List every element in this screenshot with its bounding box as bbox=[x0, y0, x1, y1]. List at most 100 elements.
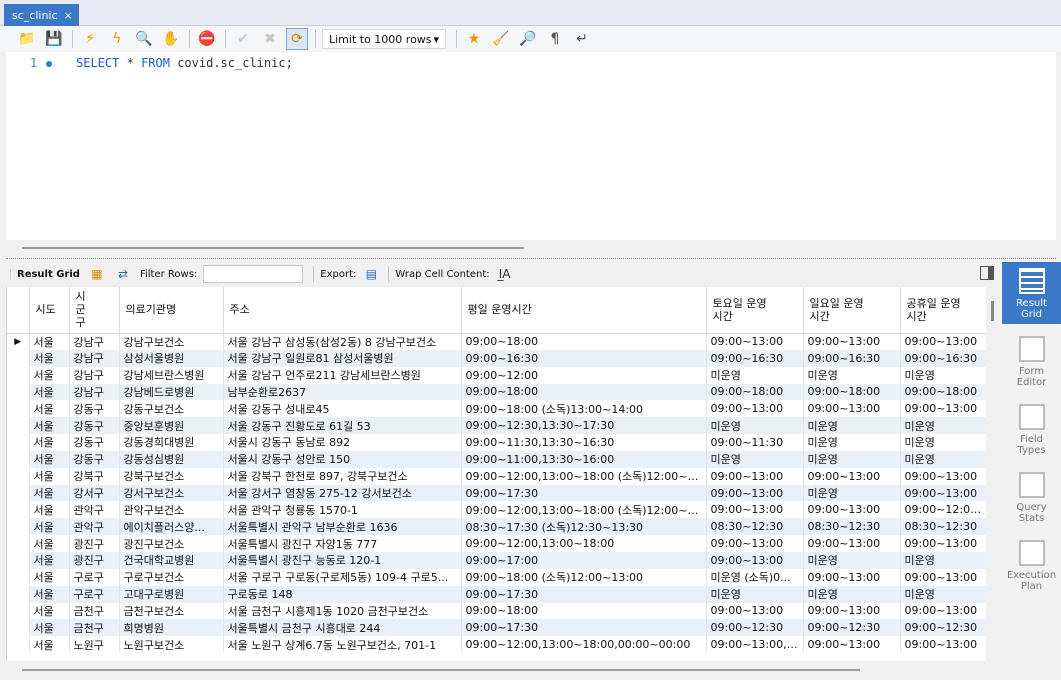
table-cell[interactable]: 서울 bbox=[29, 602, 70, 620]
table-cell[interactable]: 09:00~13:00 bbox=[900, 333, 986, 350]
table-row[interactable]: 서울 강북구 강북구보건소 서울 강북구 한천로 897, 강북구보건소 09:00~1… bbox=[7, 467, 986, 485]
table-cell[interactable]: 금천구 bbox=[69, 602, 120, 620]
table-cell[interactable]: 미운영 bbox=[900, 417, 986, 435]
table-cell[interactable]: 강서구 bbox=[69, 484, 120, 502]
table-cell[interactable]: 강동성심병원 bbox=[119, 450, 224, 468]
table-cell[interactable]: 미운영 bbox=[900, 551, 986, 569]
table-cell[interactable]: 09:00~13:00 bbox=[706, 501, 804, 519]
table-cell[interactable]: 미운영 bbox=[900, 366, 986, 384]
table-cell[interactable]: 노원구 bbox=[69, 636, 120, 654]
table-cell[interactable]: 강남세브란스병원 bbox=[119, 366, 224, 384]
table-cell[interactable]: 서울 bbox=[29, 535, 70, 552]
table-cell[interactable]: 09:00~13:00 bbox=[803, 568, 901, 586]
table-cell[interactable]: 09:00~16:30 bbox=[461, 349, 707, 367]
table-cell[interactable]: 09:00~13:00 bbox=[900, 400, 986, 418]
commit-icon[interactable]: ✔ bbox=[232, 28, 254, 50]
table-cell[interactable]: 09:00~16:30 bbox=[803, 349, 901, 367]
result-grid[interactable]: 시도 시 군 구 의료기관명 주소 평일 운영시간 토요일 운영 시간 일요일 운영 시간 공… bbox=[6, 287, 986, 661]
refresh-icon[interactable]: ⇄ bbox=[114, 265, 132, 283]
row-indicator[interactable] bbox=[7, 585, 30, 603]
row-indicator[interactable] bbox=[7, 551, 30, 569]
table-cell[interactable]: 미운영 bbox=[900, 585, 986, 603]
table-cell[interactable]: 09:00~13:00 bbox=[803, 602, 901, 620]
table-cell[interactable]: 구로구 bbox=[69, 585, 120, 603]
table-cell[interactable]: 건국대학교병원 bbox=[119, 551, 224, 569]
table-row[interactable]: 서울 강서구 강서구보건소 서울 강서구 염창동 275-12 강서보건소 09:00~… bbox=[7, 484, 986, 502]
column-header[interactable]: 주소 bbox=[223, 287, 462, 334]
table-cell[interactable]: 미운영 bbox=[706, 417, 804, 435]
table-cell[interactable]: 강북구 bbox=[69, 467, 120, 485]
table-row[interactable]: 서울 강동구 강동구보건소 서울 강동구 성내로45 09:00~18:00 (소독)1… bbox=[7, 400, 986, 418]
table-row[interactable]: 서울 강남구 강남세브란스병원 서울 강남구 언주로211 강남세브란스병원 09:00… bbox=[7, 366, 986, 384]
editor-horizontal-scrollbar[interactable] bbox=[6, 240, 1056, 254]
table-cell[interactable]: 09:00~12:00 bbox=[461, 366, 707, 384]
table-cell[interactable]: 서울 bbox=[29, 434, 70, 451]
scrollbar-thumb[interactable] bbox=[22, 669, 860, 671]
table-cell[interactable]: 서울특별시 광진구 능동로 120-1 bbox=[223, 551, 462, 569]
table-cell[interactable]: 강남구보건소 bbox=[119, 333, 224, 350]
table-cell[interactable]: 구로동로 148 bbox=[223, 585, 462, 603]
table-cell[interactable]: 미운영 bbox=[706, 366, 804, 384]
table-cell[interactable]: 08:30~12:30 bbox=[706, 518, 804, 536]
table-cell[interactable]: 희명병원 bbox=[119, 619, 224, 637]
rollback-icon[interactable]: ✖ bbox=[259, 28, 281, 50]
table-cell[interactable]: 서울 bbox=[29, 568, 70, 586]
table-row[interactable]: 서울 강남구 삼성서울병원 서울 강남구 일원로81 삼성서울병원 09:00~16:3… bbox=[7, 349, 986, 367]
table-cell[interactable]: 미운영 bbox=[803, 585, 901, 603]
table-cell[interactable]: 서울 bbox=[29, 400, 70, 418]
table-cell[interactable]: 강남베드로병원 bbox=[119, 383, 224, 401]
column-header[interactable]: 공휴일 운영 시간 bbox=[900, 287, 986, 334]
result-grid-button[interactable]: Result Grid bbox=[1002, 262, 1061, 324]
table-cell[interactable]: 서울 bbox=[29, 349, 70, 367]
table-cell[interactable]: 서울 구로구 구로동(구로제5동) 109-4 구로5... bbox=[223, 568, 462, 586]
table-cell[interactable]: 광진구 bbox=[69, 535, 120, 552]
table-cell[interactable]: 09:00~13:00 bbox=[900, 602, 986, 620]
table-cell[interactable]: 09:00~18:00 bbox=[706, 383, 804, 401]
table-cell[interactable]: 09:00~17:00 bbox=[461, 551, 707, 569]
row-indicator[interactable] bbox=[7, 602, 30, 620]
table-cell[interactable]: 서울 노원구 상계6.7동 노원구보건소, 701-1 bbox=[223, 636, 462, 654]
table-cell[interactable]: 강남구 bbox=[69, 333, 120, 350]
wrap-lines-icon[interactable]: ↵ bbox=[571, 28, 593, 50]
table-cell[interactable]: 삼성서울병원 bbox=[119, 349, 224, 367]
invisible-chars-icon[interactable]: ¶ bbox=[544, 28, 566, 50]
row-indicator[interactable] bbox=[7, 400, 30, 418]
table-cell[interactable]: 서울 bbox=[29, 551, 70, 569]
table-cell[interactable]: 강서구보건소 bbox=[119, 484, 224, 502]
table-row[interactable]: 서울 광진구 광진구보건소 서울특별시 광진구 자양1동 777 09:00~12:00… bbox=[7, 535, 986, 552]
row-indicator[interactable] bbox=[7, 434, 30, 451]
table-cell[interactable]: 09:00~13:00 bbox=[706, 551, 804, 569]
table-cell[interactable]: 09:00~13:00 bbox=[803, 535, 901, 552]
table-row[interactable]: 서울 강동구 강동성심병원 서울시 강동구 성안로 150 09:00~11:00,13… bbox=[7, 450, 986, 468]
table-cell[interactable]: 서울 강남구 삼성동(삼성2동) 8 강남구보건소 bbox=[223, 333, 462, 350]
table-cell[interactable]: 서울 bbox=[29, 619, 70, 637]
table-cell[interactable]: 미운영 bbox=[803, 366, 901, 384]
scrollbar-thumb[interactable] bbox=[991, 301, 994, 321]
table-cell[interactable]: 09:00~16:30 bbox=[706, 349, 804, 367]
form-editor-button[interactable]: Form Editor bbox=[1002, 330, 1061, 392]
table-cell[interactable]: 09:00~13:00 bbox=[706, 333, 804, 350]
table-row[interactable]: 서울 구로구 구로구보건소 서울 구로구 구로동(구로제5동) 109-4 구로5..… bbox=[7, 568, 986, 586]
row-indicator[interactable] bbox=[7, 417, 30, 435]
table-cell[interactable]: 중앙보훈병원 bbox=[119, 417, 224, 435]
close-tab-icon[interactable]: × bbox=[64, 9, 73, 22]
table-cell[interactable]: 08:30~12:30 bbox=[803, 518, 901, 536]
filter-rows-input[interactable] bbox=[203, 265, 304, 283]
table-row[interactable]: 서울 노원구 노원구보건소 서울 노원구 상계6.7동 노원구보건소, 701-1 09… bbox=[7, 636, 986, 654]
table-cell[interactable]: 강남구 bbox=[69, 349, 120, 367]
table-cell[interactable]: 서울 강서구 염창동 275-12 강서보건소 bbox=[223, 484, 462, 502]
table-cell[interactable]: 09:00~13:00 bbox=[900, 636, 986, 654]
table-cell[interactable]: 09:00~16:30 bbox=[900, 349, 986, 367]
table-cell[interactable]: 고대구로병원 bbox=[119, 585, 224, 603]
toggle-side-panel-icon[interactable] bbox=[980, 266, 994, 280]
table-cell[interactable]: 강동구보건소 bbox=[119, 400, 224, 418]
row-indicator[interactable] bbox=[7, 366, 30, 384]
export-icon[interactable]: ▤ bbox=[362, 265, 380, 283]
table-cell[interactable]: 미운영 bbox=[803, 417, 901, 435]
table-cell[interactable]: 서울 bbox=[29, 636, 70, 654]
table-cell[interactable]: 남부순환로2637 bbox=[223, 383, 462, 401]
table-row[interactable]: 서울 금천구 금천구보건소 서울 금천구 시흥제1동 1020 금천구보건소 09:00… bbox=[7, 602, 986, 620]
sql-statement[interactable]: SELECT * FROM covid.sc_clinic; bbox=[76, 56, 293, 70]
column-header[interactable]: 토요일 운영 시간 bbox=[706, 287, 804, 334]
table-cell[interactable]: 09:00~13:00 bbox=[706, 484, 804, 502]
